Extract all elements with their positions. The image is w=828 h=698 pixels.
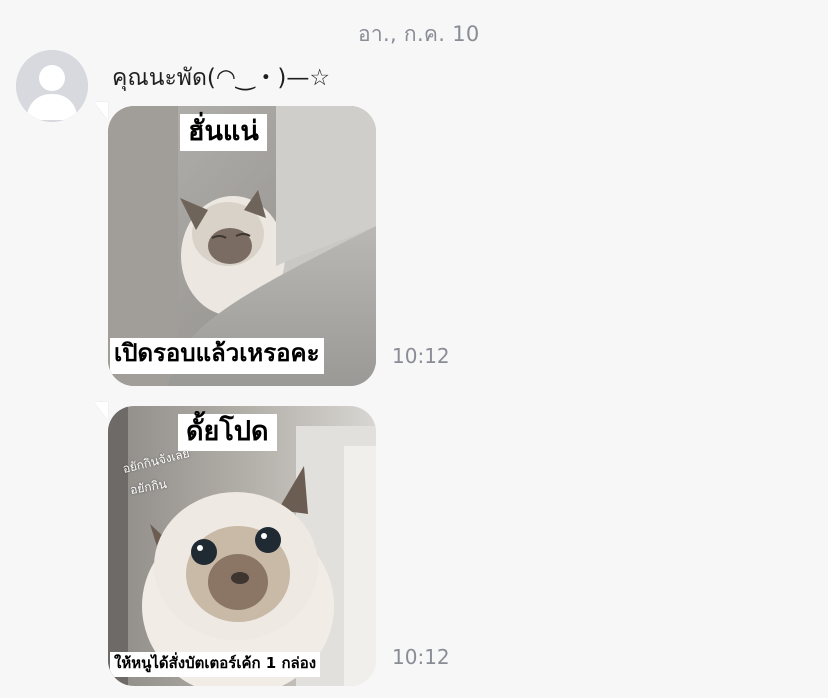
default-user-icon (16, 50, 88, 122)
message-timestamp: 10:12 (392, 344, 450, 368)
sender-name[interactable]: คุณนะพัด(⁠◠⁠‿⁠・⁠)⁠—⁠☆ (112, 58, 330, 96)
message-timestamp: 10:12 (392, 645, 450, 669)
sticker-bottom-caption: เปิดรอบแล้วเหรอคะ (110, 338, 324, 374)
date-label: อา., ก.ค. 10 (358, 22, 480, 46)
sticker-bottom-caption: ให้หนูได้สั่งบัตเตอร์เค้ก 1 กล่อง (110, 652, 321, 678)
sticker-image[interactable]: ดั้ยโปด อยักกินจังเลย อยักกิน ให้หนูได้ส… (108, 406, 376, 686)
sticker-image[interactable]: ฮั่นแน่ เปิดรอบแล้วเหรอคะ (108, 106, 376, 386)
bubble-tail (94, 102, 108, 120)
message-sticker-1[interactable]: ฮั่นแน่ เปิดรอบแล้วเหรอคะ (94, 102, 376, 386)
sticker-top-caption: ดั้ยโปด (178, 414, 277, 452)
sticker-top-caption: ฮั่นแน่ (180, 114, 267, 152)
message-sticker-2[interactable]: ดั้ยโปด อยักกินจังเลย อยักกิน ให้หนูได้ส… (94, 402, 376, 686)
bubble-tail (94, 402, 108, 420)
avatar[interactable] (16, 50, 88, 122)
